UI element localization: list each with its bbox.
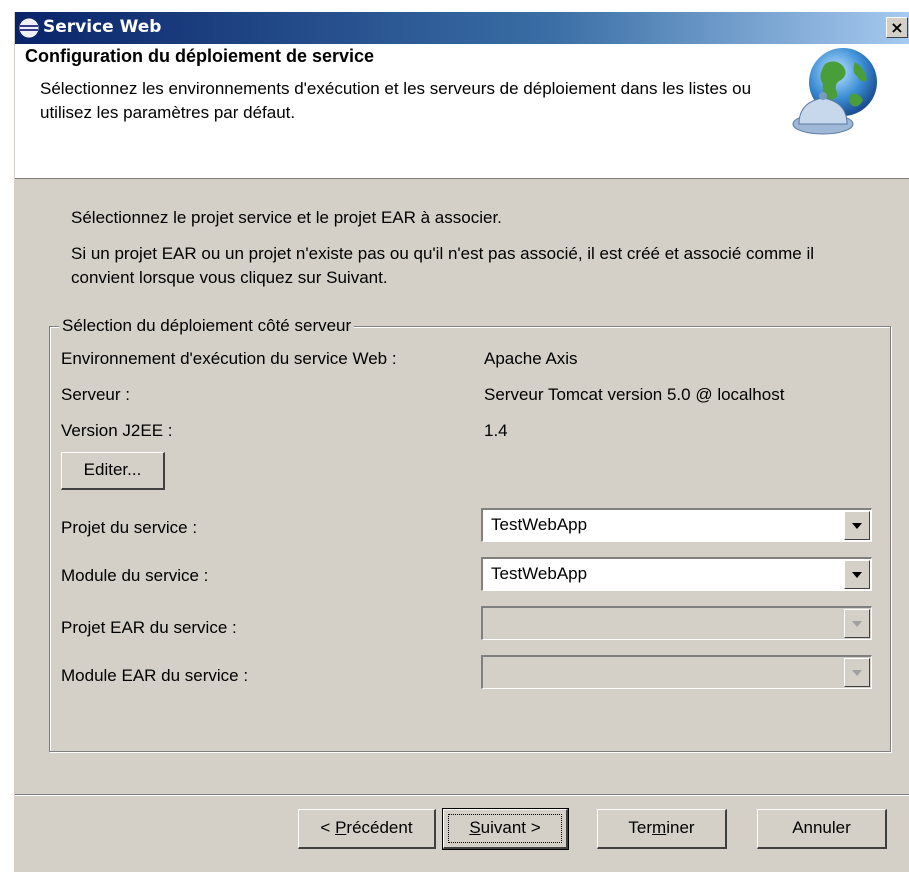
window-title: Service Web: [43, 17, 162, 37]
back-button[interactable]: < Précédent: [298, 809, 436, 849]
runtime-label: Environnement d'exécution du service Web…: [61, 349, 397, 368]
intro-note: Si un projet EAR ou un projet n'existe p…: [71, 244, 815, 287]
ear-project-label: Projet EAR du service :: [61, 618, 237, 637]
chevron-down-icon: [844, 658, 870, 687]
intro-text: Sélectionnez le projet service et le pro…: [71, 208, 502, 227]
group-legend: Sélection du déploiement côté serveur: [59, 316, 355, 336]
ear-module-label: Module EAR du service :: [61, 666, 249, 685]
service-module-value: TestWebApp: [491, 564, 588, 583]
finish-button[interactable]: Terminer: [597, 809, 727, 849]
page-title: Configuration du déploiement de service: [25, 46, 375, 66]
ear-module-select: [481, 655, 872, 689]
service-module-label: Module du service :: [61, 566, 209, 585]
focus-ring: [448, 814, 562, 843]
eclipse-icon: [19, 18, 39, 38]
page-description: Sélectionnez les environnements d'exécut…: [40, 79, 752, 122]
next-button[interactable]: Suivant >: [442, 808, 569, 850]
cancel-button[interactable]: Annuler: [757, 809, 887, 849]
ear-project-select: [481, 606, 872, 640]
runtime-value: Apache Axis: [484, 349, 578, 368]
service-module-select[interactable]: TestWebApp: [481, 557, 872, 591]
service-project-select[interactable]: TestWebApp: [481, 508, 872, 542]
server-label: Serveur :: [61, 385, 130, 404]
title-bar[interactable]: Service Web ×: [15, 12, 909, 44]
edit-button[interactable]: Editer...: [61, 452, 165, 490]
chevron-down-icon[interactable]: [844, 511, 870, 540]
dialog-window: Service Web × Configuration du déploieme…: [14, 12, 909, 872]
close-button[interactable]: ×: [886, 17, 908, 38]
j2ee-version-label: Version J2EE :: [61, 421, 173, 440]
j2ee-version-value: 1.4: [484, 421, 508, 440]
web-service-globe-icon: [792, 48, 877, 135]
close-icon: ×: [890, 18, 904, 37]
chevron-down-icon[interactable]: [844, 560, 870, 589]
server-value: Serveur Tomcat version 5.0 @ localhost: [484, 385, 785, 404]
service-project-value: TestWebApp: [491, 515, 588, 534]
chevron-down-icon: [844, 609, 870, 638]
service-project-label: Projet du service :: [61, 518, 198, 537]
